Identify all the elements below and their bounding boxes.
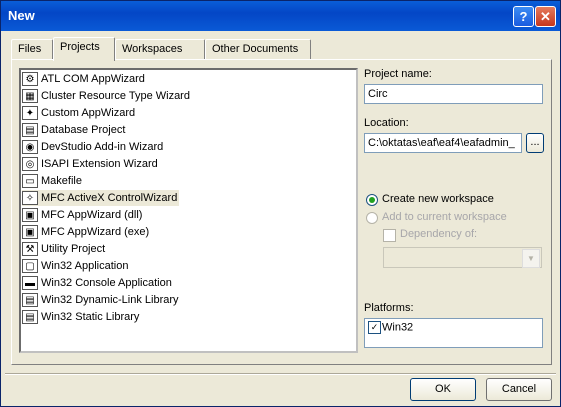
location-label: Location: <box>364 117 409 129</box>
checkbox-checked-icon[interactable]: ✓ <box>368 321 381 334</box>
tab-workspaces[interactable]: Workspaces <box>115 39 205 59</box>
dependency-combo[interactable]: ▼ <box>383 247 542 268</box>
makefile-icon: ▭ <box>22 174 38 189</box>
list-item[interactable]: ⚒ Utility Project <box>22 241 107 257</box>
dll-icon: ▤ <box>22 293 38 308</box>
window-title: New <box>8 8 35 23</box>
chevron-down-icon[interactable]: ▼ <box>522 249 540 268</box>
platforms-label: Platforms: <box>364 302 414 314</box>
tab-projects[interactable]: Projects <box>53 37 115 61</box>
ok-button[interactable]: OK <box>410 378 476 401</box>
win32-app-icon: ▢ <box>22 259 38 274</box>
platforms-list[interactable]: ✓ Win32 <box>364 318 543 348</box>
platform-item-win32[interactable]: ✓ Win32 <box>368 321 413 334</box>
list-item[interactable]: ▣ MFC AppWizard (exe) <box>22 224 151 240</box>
list-item[interactable]: ▤ Win32 Dynamic-Link Library <box>22 292 181 308</box>
list-item[interactable]: ◉ DevStudio Add-in Wizard <box>22 139 165 155</box>
tab-files[interactable]: Files <box>11 39 53 59</box>
custom-wizard-icon: ✦ <box>22 106 38 121</box>
add-to-current-workspace-radio[interactable] <box>366 212 378 224</box>
dependency-label: Dependency of: <box>400 228 478 240</box>
list-item[interactable]: ▣ MFC AppWizard (dll) <box>22 207 144 223</box>
project-type-list[interactable]: ⚙ ATL COM AppWizard ▦ Cluster Resource Typ… <box>19 68 358 353</box>
mfc-exe-icon: ▣ <box>22 225 38 240</box>
list-item[interactable]: ⚙ ATL COM AppWizard <box>22 71 147 87</box>
browse-button[interactable]: ... <box>526 133 544 153</box>
list-item[interactable]: ▦ Cluster Resource Type Wizard <box>22 88 192 104</box>
activex-icon: ✧ <box>22 191 38 206</box>
help-icon[interactable]: ? <box>513 6 534 27</box>
list-item[interactable]: ▢ Win32 Application <box>22 258 130 274</box>
dependency-checkbox[interactable] <box>383 229 396 242</box>
mfc-dll-icon: ▣ <box>22 208 38 223</box>
cancel-button[interactable]: Cancel <box>486 378 552 401</box>
static-lib-icon: ▤ <box>22 310 38 325</box>
create-new-workspace-radio[interactable] <box>366 194 378 206</box>
location-input[interactable]: C:\oktatas\eaf\eaf4\eafadmin_ <box>364 133 522 153</box>
list-item[interactable]: ▤ Database Project <box>22 122 127 138</box>
list-item[interactable]: ◎ ISAPI Extension Wizard <box>22 156 160 172</box>
list-item[interactable]: ▤ Win32 Static Library <box>22 309 141 325</box>
list-item[interactable]: ✦ Custom AppWizard <box>22 105 137 121</box>
create-new-workspace-label: Create new workspace <box>382 193 494 205</box>
project-name-label: Project name: <box>364 68 432 80</box>
close-icon[interactable]: ✕ <box>535 6 556 27</box>
button-separator <box>5 373 556 375</box>
tab-other-documents[interactable]: Other Documents <box>205 39 311 59</box>
list-item[interactable]: ▭ Makefile <box>22 173 84 189</box>
list-item[interactable]: ▬ Win32 Console Application <box>22 275 174 291</box>
cluster-icon: ▦ <box>22 89 38 104</box>
console-icon: ▬ <box>22 276 38 291</box>
project-name-input[interactable]: Circ <box>364 84 543 104</box>
list-item-selected[interactable]: ✧ MFC ActiveX ControlWizard <box>22 190 180 206</box>
title-bar[interactable]: New ? ✕ <box>1 1 560 31</box>
platform-label: Win32 <box>382 321 414 334</box>
utility-icon: ⚒ <box>22 242 38 257</box>
new-dialog: New ? ✕ Files Projects Workspaces Other … <box>0 0 561 407</box>
atl-icon: ⚙ <box>22 72 38 87</box>
addin-icon: ◉ <box>22 140 38 155</box>
add-to-current-workspace-label: Add to current workspace <box>382 211 507 223</box>
isapi-icon: ◎ <box>22 157 38 172</box>
database-icon: ▤ <box>22 123 38 138</box>
